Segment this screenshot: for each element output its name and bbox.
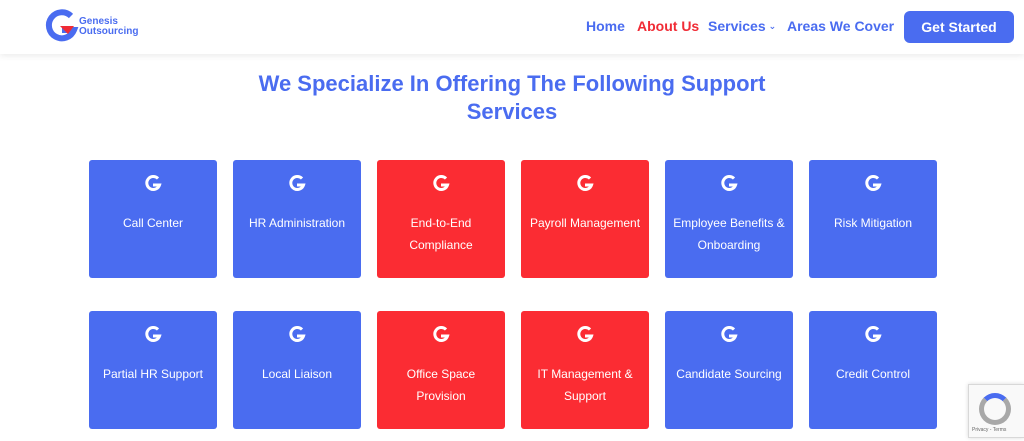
g-logo-icon xyxy=(865,175,882,191)
g-logo-icon xyxy=(721,326,738,342)
service-card[interactable]: HR Administration xyxy=(233,160,361,278)
section-heading: We Specialize In Offering The Following … xyxy=(212,70,812,126)
recaptcha-icon xyxy=(979,393,1011,425)
service-card-label: HR Administration xyxy=(248,216,346,230)
service-card-label: Call Center xyxy=(122,216,184,230)
service-card-label: Credit Control xyxy=(835,367,911,381)
g-logo-icon xyxy=(433,175,450,191)
g-logo-icon xyxy=(577,326,594,342)
brand-name: Genesis Outsourcing xyxy=(79,17,138,37)
brand-name-line2: Outsourcing xyxy=(79,26,139,37)
service-card-label: Local Liaison xyxy=(261,367,333,381)
genesis-logo-icon xyxy=(45,9,79,42)
nav-about-us[interactable]: About Us xyxy=(637,18,699,36)
chevron-down-icon: ⌄ xyxy=(768,21,777,31)
get-started-button[interactable]: Get Started xyxy=(904,11,1014,43)
g-logo-icon xyxy=(289,175,306,191)
service-card[interactable]: Call Center xyxy=(89,160,217,278)
g-logo-icon xyxy=(577,175,594,191)
recaptcha-badge[interactable]: Privacy - Terms xyxy=(968,384,1024,438)
g-logo-icon xyxy=(721,175,738,191)
g-logo-icon xyxy=(433,326,450,342)
nav-services[interactable]: Services ⌄ xyxy=(708,18,776,36)
service-card[interactable]: Candidate Sourcing xyxy=(665,311,793,429)
nav-services-label: Services xyxy=(708,18,766,34)
genesis-logo[interactable]: Genesis Outsourcing xyxy=(44,8,154,44)
section-heading-line2: Services xyxy=(466,99,558,124)
service-card[interactable]: Payroll Management xyxy=(521,160,649,278)
nav-areas-we-cover[interactable]: Areas We Cover xyxy=(787,18,894,36)
nav-home[interactable]: Home xyxy=(586,18,625,36)
service-card[interactable]: Office Space Provision xyxy=(377,311,505,429)
service-card[interactable]: Employee Benefits & Onboarding xyxy=(665,160,793,278)
service-card[interactable]: Local Liaison xyxy=(233,311,361,429)
service-card-label: Office Space Provision xyxy=(406,367,476,403)
service-card-label: Employee Benefits & Onboarding xyxy=(673,216,785,252)
g-logo-icon xyxy=(145,326,162,342)
g-logo-icon xyxy=(145,175,162,191)
service-card-label: Payroll Management xyxy=(529,216,641,230)
service-card[interactable]: IT Management & Support xyxy=(521,311,649,429)
site-header: Genesis Outsourcing Home About Us Servic… xyxy=(0,0,1024,54)
service-card-label: Partial HR Support xyxy=(102,367,204,381)
services-grid: Call Center HR Administration End-to-End C… xyxy=(89,160,938,430)
service-card[interactable]: Credit Control xyxy=(809,311,937,429)
section-heading-line1: We Specialize In Offering The Following … xyxy=(258,71,766,96)
g-logo-icon xyxy=(289,326,306,342)
service-card[interactable]: Risk Mitigation xyxy=(809,160,937,278)
recaptcha-text: Privacy - Terms xyxy=(972,427,1007,433)
service-card-label: Risk Mitigation xyxy=(833,216,913,230)
g-logo-icon xyxy=(865,326,882,342)
service-card-label: IT Management & Support xyxy=(537,367,633,403)
service-card-label: End-to-End Compliance xyxy=(409,216,473,252)
service-card-label: Candidate Sourcing xyxy=(676,367,782,381)
service-card[interactable]: Partial HR Support xyxy=(89,311,217,429)
service-card[interactable]: End-to-End Compliance xyxy=(377,160,505,278)
